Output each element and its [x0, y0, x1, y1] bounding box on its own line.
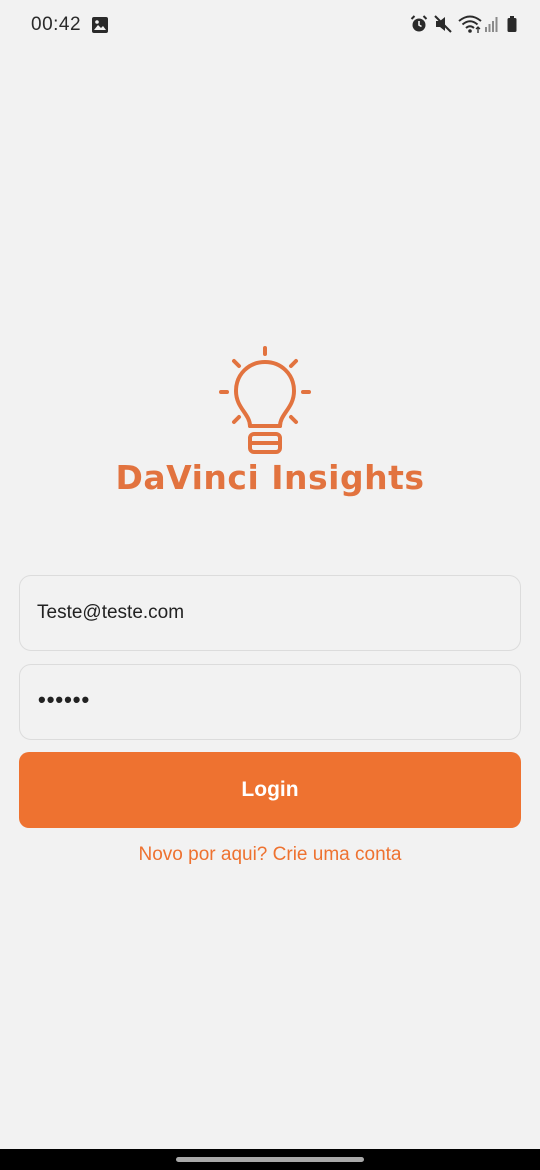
image-icon	[91, 16, 109, 39]
status-time: 00:42	[31, 14, 82, 35]
status-bar: 00:42	[0, 0, 540, 50]
signal-icon	[485, 17, 498, 32]
mute-icon	[434, 15, 452, 33]
navigation-bar	[0, 1149, 540, 1170]
email-field[interactable]	[20, 576, 520, 650]
app-logo-title: DaVinci Insights	[115, 458, 425, 497]
wifi-icon	[458, 15, 482, 33]
password-field[interactable]: ••••••	[19, 664, 521, 740]
login-button-label: Login	[241, 778, 299, 801]
lightbulb-icon	[218, 346, 312, 461]
battery-icon	[507, 16, 517, 32]
home-gesture-handle[interactable]	[176, 1157, 364, 1162]
password-value: ••••••	[38, 687, 91, 712]
login-button[interactable]: Login	[19, 752, 521, 828]
login-screen: 00:42 DaVinci Insights Teste@teste.com •…	[0, 0, 540, 1170]
alarm-icon	[410, 15, 428, 32]
email-field-container	[19, 575, 521, 651]
signup-link[interactable]: Novo por aqui? Crie uma conta	[0, 844, 540, 866]
